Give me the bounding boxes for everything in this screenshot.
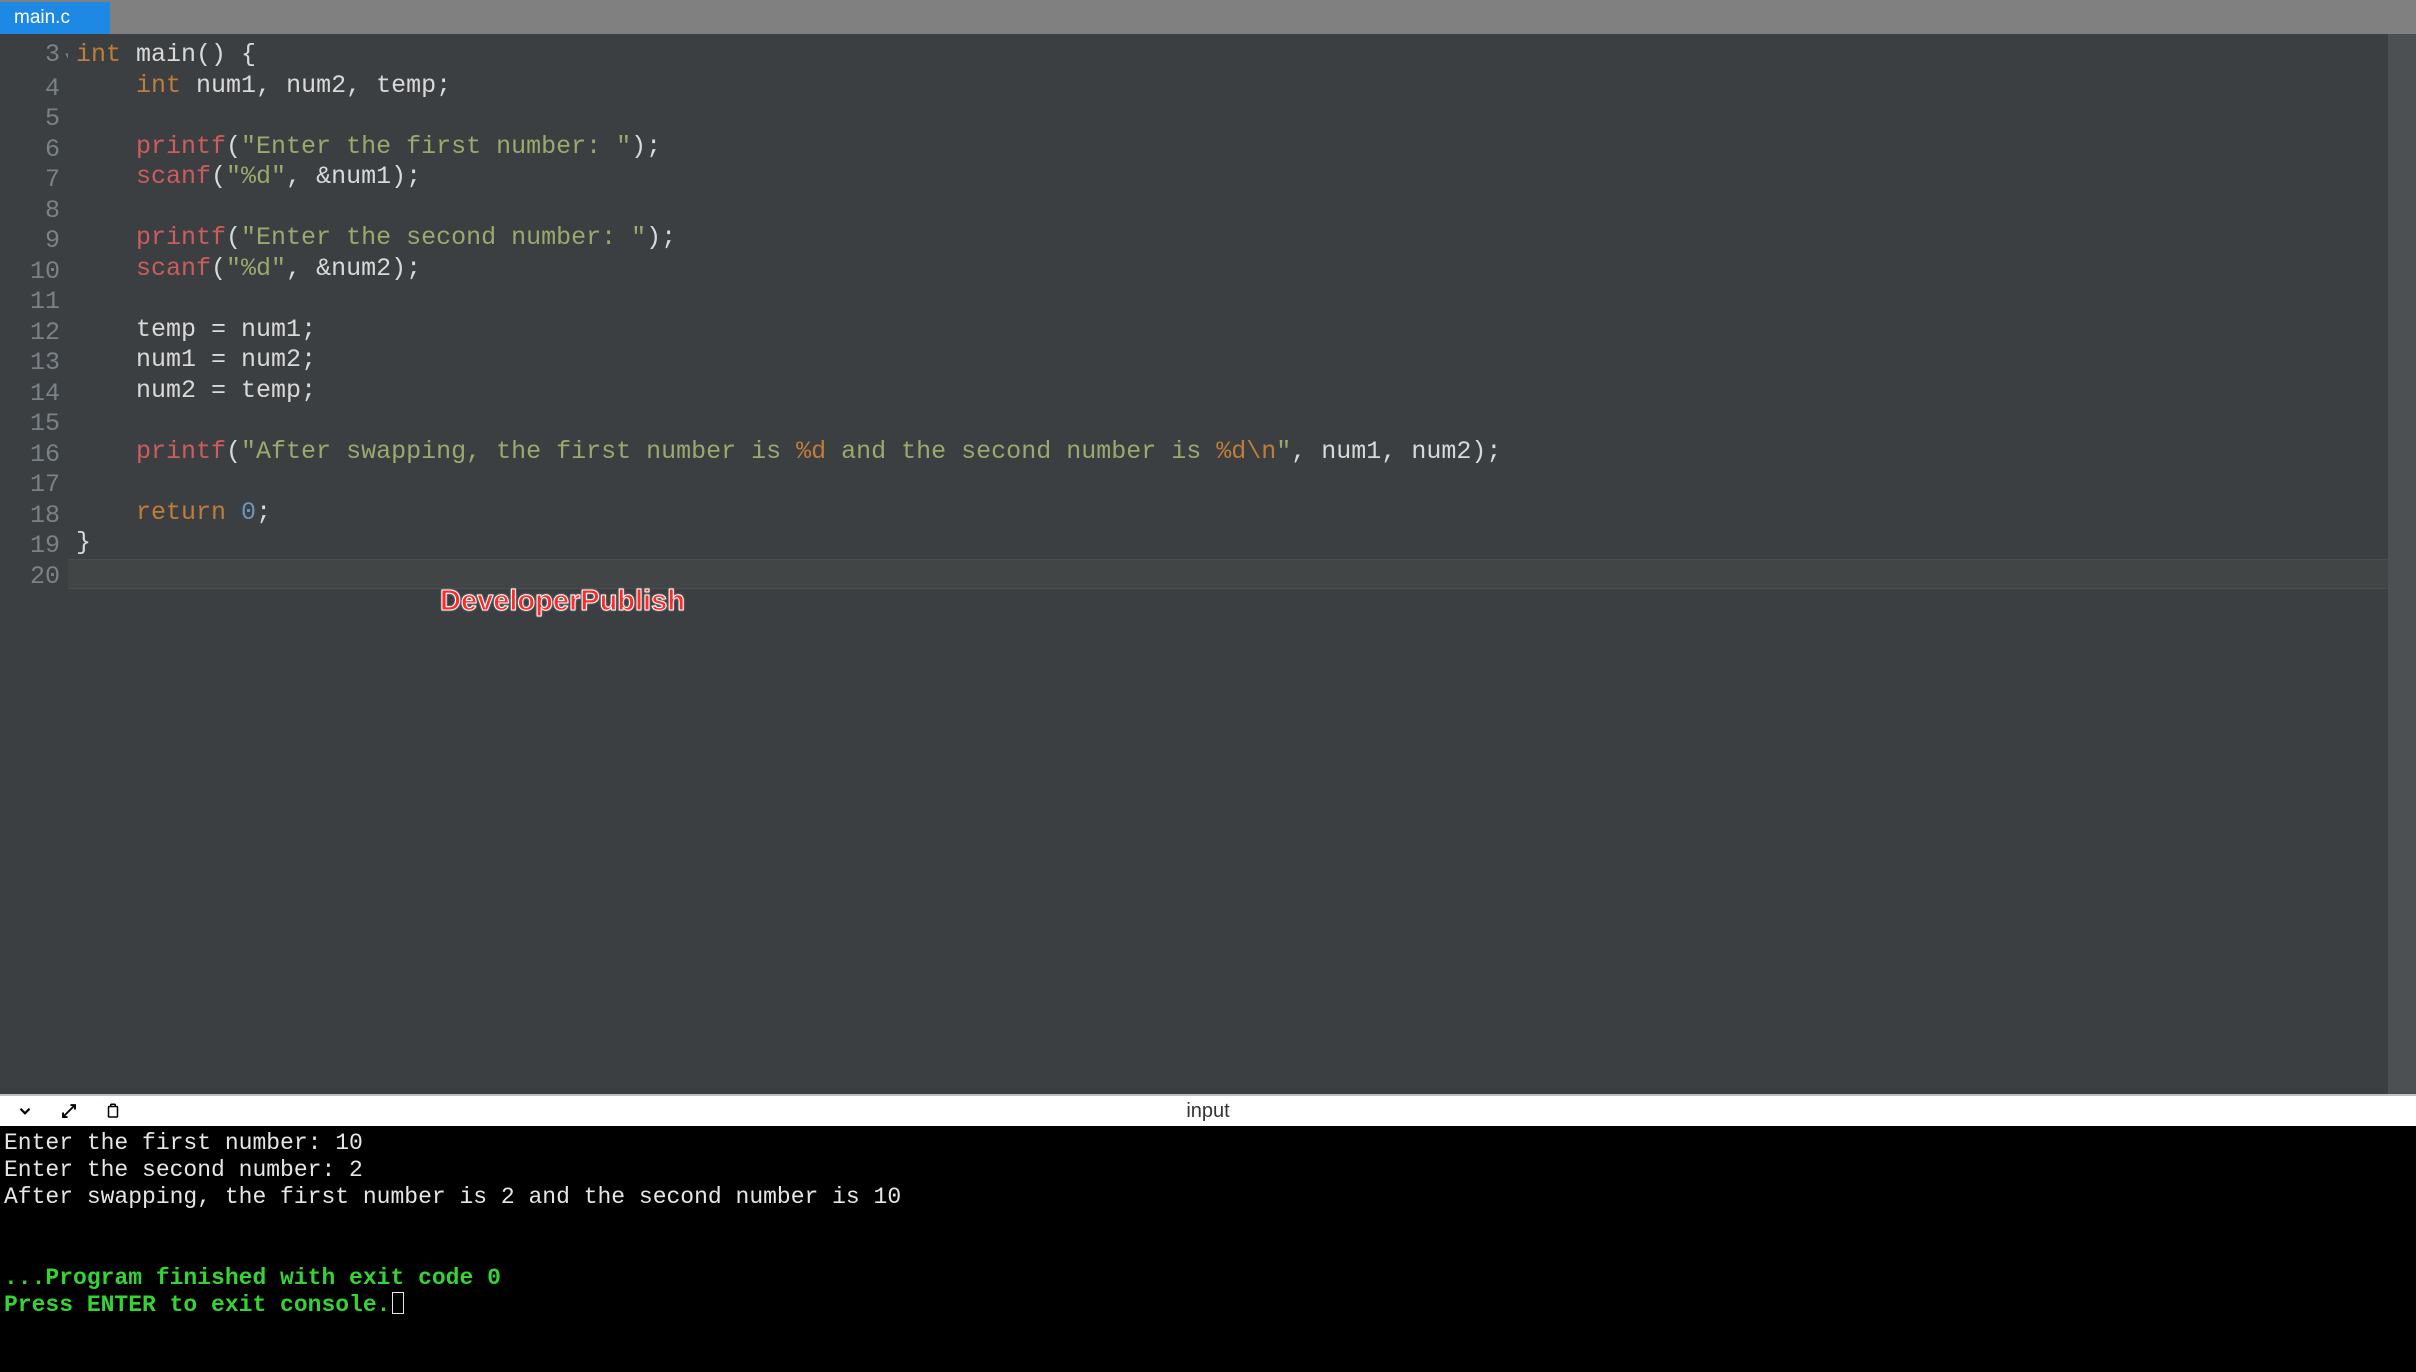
expand-icon[interactable]	[58, 1100, 80, 1122]
line-number: 19	[20, 531, 60, 562]
code-line[interactable]: printf("Enter the second number: ");	[76, 223, 2388, 254]
editor: 3▾4567891011121314151617181920 int main(…	[0, 34, 2416, 1094]
code-line[interactable]: num2 = temp;	[76, 376, 2388, 407]
line-number: 13	[20, 348, 60, 379]
line-number: 9	[20, 226, 60, 257]
console-line: Enter the first number: 10	[4, 1130, 2412, 1157]
code-line[interactable]	[76, 193, 2388, 224]
line-number: 18	[20, 501, 60, 532]
line-number: 4	[20, 74, 60, 105]
code-line[interactable]	[76, 284, 2388, 315]
line-number: 15	[20, 409, 60, 440]
tab-bar: main.c	[0, 0, 2416, 34]
gutter: 3▾4567891011121314151617181920	[0, 34, 68, 1094]
line-number: 6	[20, 135, 60, 166]
console-status-line: Press ENTER to exit console.	[4, 1292, 2412, 1319]
tab-label: main.c	[14, 7, 70, 29]
line-number: 3▾	[20, 40, 60, 74]
line-number: 11	[20, 287, 60, 318]
editor-pane[interactable]: 3▾4567891011121314151617181920 int main(…	[0, 34, 2388, 1094]
copy-icon[interactable]	[102, 1100, 124, 1122]
console-line: Enter the second number: 2	[4, 1157, 2412, 1184]
line-number: 17	[20, 470, 60, 501]
code-line[interactable]: scanf("%d", &num2);	[76, 254, 2388, 285]
code-area[interactable]: int main() { int num1, num2, temp; print…	[68, 34, 2388, 1094]
console-input-label: input	[1186, 1100, 1229, 1123]
line-number: 20	[20, 562, 60, 593]
minimap-strip	[2388, 34, 2416, 1094]
code-line[interactable]	[76, 406, 2388, 437]
line-number: 14	[20, 379, 60, 410]
active-line-highlight	[68, 559, 2388, 590]
code-line[interactable]: temp = num1;	[76, 315, 2388, 346]
line-number: 7	[20, 165, 60, 196]
code-line[interactable]: int main() {	[76, 40, 2388, 71]
code-line[interactable]: printf("After swapping, the first number…	[76, 437, 2388, 468]
console-line: After swapping, the first number is 2 an…	[4, 1184, 2412, 1211]
console-line	[4, 1211, 2412, 1238]
code-line[interactable]	[76, 467, 2388, 498]
code-line[interactable]: scanf("%d", &num1);	[76, 162, 2388, 193]
line-number: 10	[20, 257, 60, 288]
code-line[interactable]: return 0;	[76, 498, 2388, 529]
tab-main-c[interactable]: main.c	[0, 2, 110, 34]
line-number: 8	[20, 196, 60, 227]
line-number: 12	[20, 318, 60, 349]
console-line	[4, 1238, 2412, 1265]
console-output[interactable]: Enter the first number: 10Enter the seco…	[0, 1126, 2416, 1372]
console-toolbar: input	[0, 1094, 2416, 1126]
line-number: 5	[20, 104, 60, 135]
code-line[interactable]: int num1, num2, temp;	[76, 71, 2388, 102]
line-number: 16	[20, 440, 60, 471]
code-line[interactable]: }	[76, 528, 2388, 559]
collapse-icon[interactable]	[14, 1100, 36, 1122]
code-line[interactable]: num1 = num2;	[76, 345, 2388, 376]
code-line[interactable]: printf("Enter the first number: ");	[76, 132, 2388, 163]
console-cursor	[392, 1292, 404, 1314]
code-line[interactable]	[76, 101, 2388, 132]
console-status-line: ...Program finished with exit code 0	[4, 1265, 2412, 1292]
